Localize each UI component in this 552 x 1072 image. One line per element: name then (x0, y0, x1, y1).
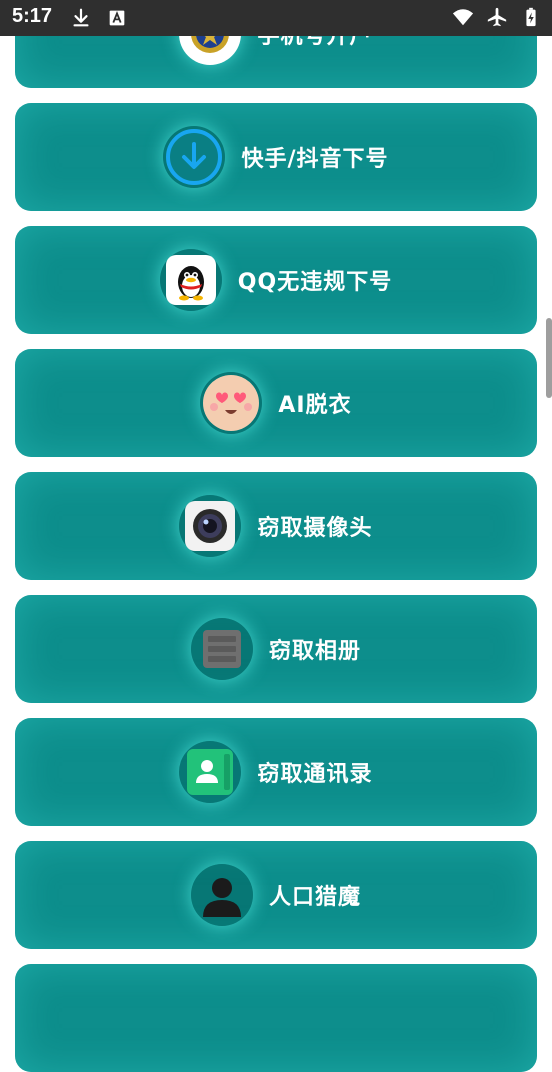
battery-charging-icon (526, 7, 536, 27)
scrollbar[interactable] (546, 318, 552, 398)
menu-card-contacts[interactable]: 窃取通讯录 (15, 718, 537, 826)
download-circle-icon (163, 126, 226, 188)
status-bar: 5:17 (0, 0, 552, 36)
menu-card-camera[interactable]: 窃取摄像头 (15, 472, 537, 580)
menu-card-label: QQ无违规下号 (237, 270, 393, 295)
menu-card-ai-undress[interactable]: AI脱衣 (15, 349, 537, 457)
menu-card-label: 窃取摄像头 (257, 516, 373, 541)
download-icon (73, 8, 89, 27)
qq-penguin-icon (159, 249, 222, 311)
heart-eyes-face-icon (200, 372, 263, 434)
a-box-icon (109, 10, 125, 26)
menu-card-qq[interactable]: QQ无违规下号 (15, 226, 537, 334)
menu-card-photo-album[interactable]: 窃取相册 (15, 595, 537, 703)
photo-album-icon (190, 618, 253, 680)
menu-card-label: 窃取相册 (268, 639, 361, 664)
person-silhouette-icon (190, 864, 253, 926)
camera-icon (179, 495, 242, 557)
menu-card-population-hunt[interactable]: 人口猎魔 (15, 841, 537, 949)
contacts-icon (179, 741, 242, 803)
menu-card-label: 窃取通讯录 (257, 762, 373, 787)
menu-card-next[interactable] (15, 964, 537, 1072)
airplane-icon (487, 7, 507, 27)
wifi-icon (452, 9, 474, 26)
status-time: 5:17 (12, 5, 53, 27)
menu-card-kuaishou-douyin[interactable]: 快手/抖音下号 (15, 103, 537, 211)
menu-card-label: 快手/抖音下号 (241, 147, 389, 172)
menu-card-label: AI脱衣 (278, 393, 352, 418)
menu-card-label: 人口猎魔 (268, 885, 361, 910)
